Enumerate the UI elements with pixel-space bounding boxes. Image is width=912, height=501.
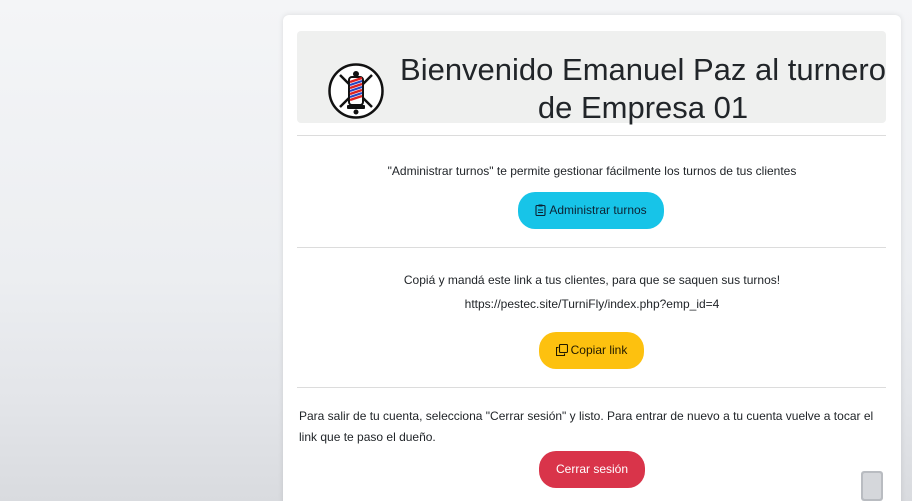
logout-button[interactable]: Cerrar sesión (539, 451, 645, 488)
divider (297, 247, 886, 248)
divider (297, 135, 886, 136)
logout-label: Cerrar sesión (555, 462, 629, 476)
copy-icon (555, 343, 568, 357)
copy-link-button[interactable]: Copiar link (539, 332, 644, 369)
page-title: Bienvenido Emanuel Paz al turnero de Emp… (400, 52, 886, 125)
copy-link-label: Copiar link (570, 343, 628, 357)
manage-appointments-button[interactable]: Administrar turnos (518, 192, 664, 229)
link-description: Copiá y mandá este link a tus clientes, … (403, 273, 781, 287)
clipboard-icon (535, 204, 546, 217)
divider (297, 387, 886, 388)
share-url: https://pestec.site/TurniFly/index.php?e… (464, 297, 720, 311)
scroll-to-top-icon[interactable] (860, 470, 884, 501)
admin-description: "Administrar turnos" te permite gestiona… (387, 164, 797, 178)
welcome-header: Bienvenido Emanuel Paz al turnero de Emp… (297, 31, 886, 125)
logout-description: Para salir de tu cuenta, selecciona "Cer… (299, 409, 874, 444)
welcome-card: Bienvenido Emanuel Paz al turnero de Emp… (283, 15, 901, 501)
barber-pole-icon (328, 63, 384, 119)
manage-appointments-label: Administrar turnos (549, 203, 647, 217)
